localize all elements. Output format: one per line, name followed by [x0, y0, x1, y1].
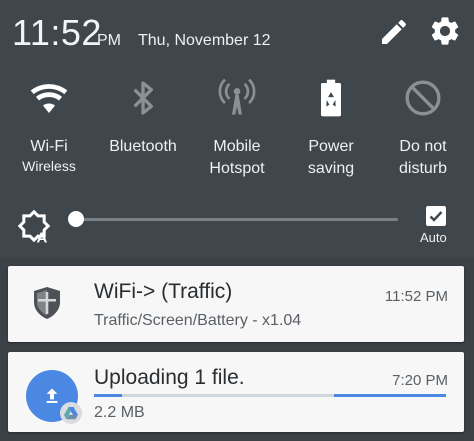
tile-bluetooth-label: Bluetooth: [109, 138, 177, 155]
tile-hotspot-label-2: Hotspot: [209, 160, 265, 177]
tile-power-saving[interactable]: Power saving: [286, 72, 376, 180]
bluetooth-icon: [133, 81, 153, 115]
tile-hotspot-label: Mobile Hotspot: [192, 136, 282, 180]
quick-settings-row: Wi-Fi Wireless Bluetooth Mobile Hotspot …: [0, 72, 474, 192]
wifi-icon: [30, 84, 68, 113]
notification-upload[interactable]: Uploading 1 file. 7:20 PM 2.2 MB: [8, 352, 464, 432]
notification-subtitle: Traffic/Screen/Battery - x1.04: [94, 312, 302, 329]
tile-power-saving-label-1: Power: [308, 138, 354, 155]
brightness-slider-track[interactable]: [74, 218, 398, 221]
gear-icon[interactable]: [428, 14, 462, 48]
tile-wifi-label: Wi-Fi: [30, 138, 68, 155]
do-not-disturb-icon: [405, 80, 441, 116]
tile-power-saving-label: Power saving: [286, 136, 376, 180]
upload-progress-indeterminate: [334, 394, 446, 397]
tile-dnd-label-2: disturb: [398, 160, 448, 177]
notification-time: 11:52 PM: [384, 288, 448, 305]
notification-time: 7:20 PM: [392, 372, 448, 389]
tile-hotspot-label-1: Mobile: [213, 138, 261, 155]
brightness-slider-thumb[interactable]: [68, 211, 84, 227]
hotspot-icon: [218, 78, 256, 115]
clock-ampm: PM: [97, 32, 121, 49]
upload-progress-track: [122, 394, 334, 397]
brightness-row: A Auto: [0, 198, 474, 254]
upload-progress-fill: [94, 394, 122, 397]
tile-wifi[interactable]: Wi-Fi Wireless: [4, 72, 94, 174]
upload-progress-bar: [94, 394, 446, 397]
tile-dnd-label: Do not disturb: [378, 136, 468, 180]
auto-brightness-label: Auto: [420, 230, 447, 245]
status-header: 11:52 PM Thu, November 12: [12, 12, 462, 56]
svg-text:A: A: [37, 230, 48, 246]
tile-do-not-disturb[interactable]: Do not disturb: [378, 72, 468, 180]
auto-brightness-icon: A: [17, 209, 51, 246]
clock-time: 11:52: [12, 12, 102, 53]
tile-wifi-sub: Wireless: [22, 158, 76, 174]
drive-icon: [60, 402, 82, 424]
notification-subtitle: 2.2 MB: [94, 404, 145, 421]
tile-hotspot[interactable]: Mobile Hotspot: [192, 72, 282, 180]
auto-brightness-checkbox[interactable]: [426, 206, 446, 226]
shield-icon: [34, 287, 60, 319]
tile-bluetooth[interactable]: Bluetooth: [98, 72, 188, 158]
notification-title: Uploading 1 file.: [94, 366, 245, 389]
notification-title: WiFi-> (Traffic): [94, 280, 233, 303]
date-label[interactable]: Thu, November 12: [138, 32, 271, 50]
tile-power-saving-label-2: saving: [307, 160, 355, 177]
power-saving-icon: [321, 79, 341, 117]
tile-dnd-label-1: Do not: [399, 138, 447, 155]
notification-traffic[interactable]: WiFi-> (Traffic) Traffic/Screen/Battery …: [8, 266, 464, 342]
edit-icon[interactable]: [378, 16, 410, 48]
